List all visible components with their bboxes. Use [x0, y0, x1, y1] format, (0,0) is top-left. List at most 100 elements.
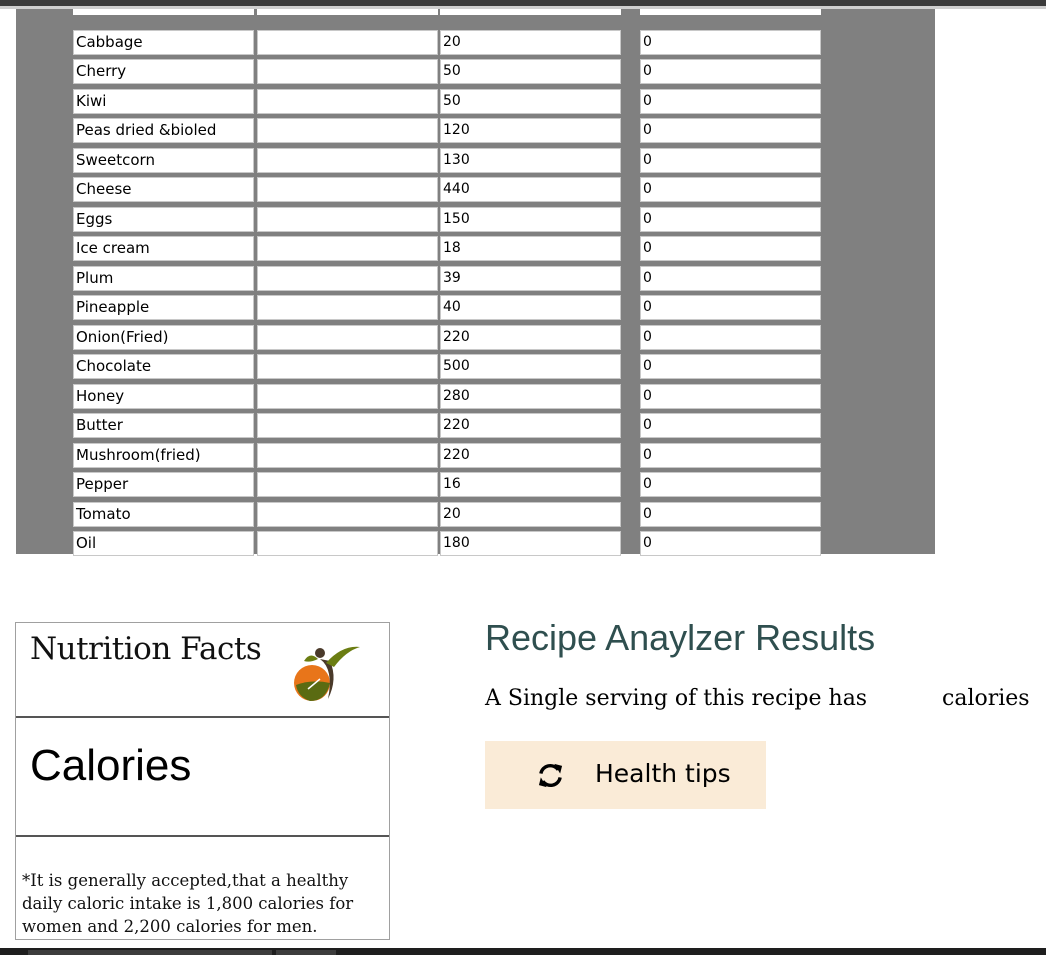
table-row: Cherry 50 0	[73, 59, 822, 84]
ingredient-quantity-cell[interactable]: 0	[640, 59, 821, 84]
refresh-icon	[538, 763, 563, 788]
ingredient-quantity-cell[interactable]: 0	[640, 531, 821, 556]
ingredient-name-cell: Chocolate	[73, 354, 254, 379]
table-row: Eggs 150 0	[73, 207, 822, 232]
ingredient-blank-cell[interactable]	[257, 443, 438, 468]
table-row: Honey 280 0	[73, 384, 822, 409]
ingredient-name-cell: Eggs	[73, 207, 254, 232]
ingredient-name-cell: Honey	[73, 384, 254, 409]
ingredient-name-cell: Butter	[73, 413, 254, 438]
ingredient-quantity-cell[interactable]: 0	[640, 148, 821, 173]
ingredient-blank-cell[interactable]	[257, 266, 438, 291]
table-row: Peas dried &bioled 120 0	[73, 118, 822, 143]
ingredient-blank-cell[interactable]	[257, 531, 438, 556]
ingredient-name-cell: Tomato	[73, 502, 254, 527]
table-row: Oil 180 0	[73, 531, 822, 556]
partial-cell	[440, 9, 621, 15]
ingredient-quantity-cell[interactable]: 0	[640, 89, 821, 114]
ingredient-blank-cell[interactable]	[257, 207, 438, 232]
ingredient-blank-cell[interactable]	[257, 502, 438, 527]
ingredient-blank-cell[interactable]	[257, 472, 438, 497]
ingredient-calories-cell: 120	[440, 118, 621, 143]
ingredient-blank-cell[interactable]	[257, 59, 438, 84]
table-row: Kiwi 50 0	[73, 89, 822, 114]
partial-cell	[640, 9, 821, 15]
ingredient-quantity-cell[interactable]: 0	[640, 325, 821, 350]
table-row: Tomato 20 0	[73, 502, 822, 527]
table-row: Ice cream 18 0	[73, 236, 822, 261]
ingredient-calories-cell: 40	[440, 295, 621, 320]
ingredient-quantity-cell[interactable]: 0	[640, 295, 821, 320]
ingredient-name-cell: Oil	[73, 531, 254, 556]
calories-heading: Calories	[30, 741, 192, 790]
table-row: Cheese 440 0	[73, 177, 822, 202]
ingredient-calories-cell: 440	[440, 177, 621, 202]
ingredient-calories-cell: 50	[440, 89, 621, 114]
ingredient-calories-cell: 20	[440, 502, 621, 527]
ingredient-blank-cell[interactable]	[257, 325, 438, 350]
health-tips-button[interactable]: Health tips	[485, 741, 766, 809]
ingredient-calories-cell: 280	[440, 384, 621, 409]
ingredient-name-cell: Pineapple	[73, 295, 254, 320]
nutrition-facts-title: Nutrition Facts	[30, 631, 262, 667]
ingredient-calories-cell: 50	[440, 59, 621, 84]
ingredient-quantity-cell[interactable]: 0	[640, 472, 821, 497]
ingredient-calories-cell: 150	[440, 207, 621, 232]
ingredient-quantity-cell[interactable]: 0	[640, 236, 821, 261]
ingredient-blank-cell[interactable]	[257, 89, 438, 114]
table-row: Chocolate 500 0	[73, 354, 822, 379]
ingredient-quantity-cell[interactable]: 0	[640, 30, 821, 55]
ingredient-blank-cell[interactable]	[257, 236, 438, 261]
results-title: Recipe Anaylzer Results	[485, 617, 876, 658]
ingredient-blank-cell[interactable]	[257, 177, 438, 202]
ingredient-blank-cell[interactable]	[257, 118, 438, 143]
table-row: Cabbage 20 0	[73, 30, 822, 55]
ingredient-quantity-cell[interactable]: 0	[640, 354, 821, 379]
partial-cell	[73, 9, 254, 15]
ingredient-name-cell: Plum	[73, 266, 254, 291]
divider	[16, 835, 389, 837]
fruit-person-logo-icon	[294, 646, 360, 701]
ingredient-calories-cell: 180	[440, 531, 621, 556]
ingredient-blank-cell[interactable]	[257, 354, 438, 379]
ingredient-name-cell: Pepper	[73, 472, 254, 497]
ingredient-calories-cell: 18	[440, 236, 621, 261]
table-row: Plum 39 0	[73, 266, 822, 291]
ingredient-calories-cell: 500	[440, 354, 621, 379]
ingredient-blank-cell[interactable]	[257, 384, 438, 409]
ingredient-name-cell: Onion(Fried)	[73, 325, 254, 350]
ingredient-name-cell: Cheese	[73, 177, 254, 202]
ingredient-calories-cell: 16	[440, 472, 621, 497]
ingredient-calories-cell: 130	[440, 148, 621, 173]
ingredient-quantity-cell[interactable]: 0	[640, 118, 821, 143]
nutrition-facts-box: Nutrition Facts Calories *It is generall…	[15, 622, 390, 940]
ingredient-name-cell: Mushroom(fried)	[73, 443, 254, 468]
bottom-strip-segment	[28, 950, 272, 955]
table-row: Pepper 16 0	[73, 472, 822, 497]
ingredient-calories-cell: 220	[440, 443, 621, 468]
ingredient-quantity-cell[interactable]: 0	[640, 266, 821, 291]
divider	[16, 716, 389, 718]
table-row: Mushroom(fried) 220 0	[73, 443, 822, 468]
serving-text: A Single serving of this recipe has	[485, 686, 868, 711]
ingredient-blank-cell[interactable]	[257, 413, 438, 438]
ingredient-name-cell: Peas dried &bioled	[73, 118, 254, 143]
ingredient-blank-cell[interactable]	[257, 148, 438, 173]
ingredient-name-cell: Cherry	[73, 59, 254, 84]
ingredient-calories-cell: 220	[440, 325, 621, 350]
ingredient-quantity-cell[interactable]: 0	[640, 384, 821, 409]
ingredient-quantity-cell[interactable]: 0	[640, 413, 821, 438]
ingredient-quantity-cell[interactable]: 0	[640, 177, 821, 202]
ingredient-name-cell: Cabbage	[73, 30, 254, 55]
ingredient-quantity-cell[interactable]: 0	[640, 443, 821, 468]
ingredient-blank-cell[interactable]	[257, 295, 438, 320]
ingredient-calories-cell: 220	[440, 413, 621, 438]
ingredient-name-cell: Sweetcorn	[73, 148, 254, 173]
table-row: Sweetcorn 130 0	[73, 148, 822, 173]
calories-unit: calories	[942, 686, 1030, 711]
ingredient-name-cell: Kiwi	[73, 89, 254, 114]
ingredient-quantity-cell[interactable]: 0	[640, 502, 821, 527]
ingredient-blank-cell[interactable]	[257, 30, 438, 55]
bottom-strip-segment	[276, 950, 336, 955]
ingredient-quantity-cell[interactable]: 0	[640, 207, 821, 232]
